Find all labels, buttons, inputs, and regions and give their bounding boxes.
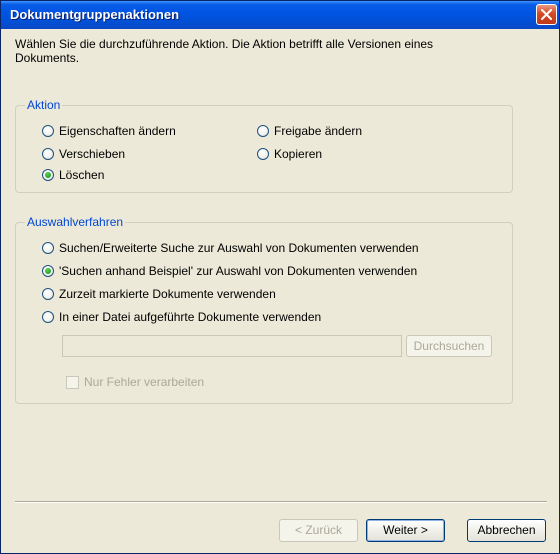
window-title: Dokumentgruppenaktionen — [10, 7, 180, 22]
checkbox-label: Nur Fehler verarbeiten — [84, 375, 205, 389]
action-group-label: Aktion — [25, 98, 63, 112]
radio-search-by-example[interactable]: 'Suchen anhand Beispiel' zur Auswahl von… — [42, 263, 417, 279]
radio-move[interactable]: Verschieben — [42, 146, 125, 162]
radio-search-advanced[interactable]: Suchen/Erweiterte Suche zur Auswahl von … — [42, 240, 419, 256]
radio-label: Löschen — [59, 168, 105, 182]
radio-marked-documents[interactable]: Zurzeit markierte Dokumente verwenden — [42, 286, 276, 302]
radio-label: Freigabe ändern — [274, 124, 363, 138]
radio-circle — [42, 125, 54, 137]
radio-circle — [42, 265, 54, 277]
errors-only-checkbox[interactable]: Nur Fehler verarbeiten — [66, 375, 204, 389]
close-button[interactable] — [536, 4, 557, 25]
dialog-window: Dokumentgruppenaktionen Wählen Sie die d… — [0, 0, 560, 554]
radio-circle — [257, 125, 269, 137]
radio-selected-dot — [45, 268, 51, 274]
radio-label: Verschieben — [59, 147, 126, 161]
next-button[interactable]: Weiter > — [366, 519, 445, 542]
radio-circle — [42, 148, 54, 160]
cancel-button[interactable]: Abbrechen — [467, 519, 546, 542]
button-separator — [15, 501, 547, 503]
action-group: Aktion Eigenschaften ändern Freigabe änd… — [15, 98, 513, 193]
browse-button[interactable]: Durchsuchen — [406, 335, 492, 357]
radio-circle — [257, 148, 269, 160]
title-bar[interactable]: Dokumentgruppenaktionen — [1, 1, 559, 29]
radio-delete[interactable]: Löschen — [42, 167, 104, 183]
radio-label: Eigenschaften ändern — [59, 124, 176, 138]
radio-label: Suchen/Erweiterte Suche zur Auswahl von … — [59, 241, 419, 255]
radio-circle — [42, 288, 54, 300]
radio-label: Zurzeit markierte Dokumente verwenden — [59, 287, 276, 301]
radio-change-release[interactable]: Freigabe ändern — [257, 123, 362, 139]
description-text: Wählen Sie die durchzuführende Aktion. D… — [15, 37, 434, 65]
file-path-input[interactable] — [62, 335, 402, 357]
close-icon — [541, 9, 552, 20]
radio-circle — [42, 242, 54, 254]
radio-label: In einer Datei aufgeführte Dokumente ver… — [59, 310, 322, 324]
selection-method-group-label: Auswahlverfahren — [25, 215, 126, 229]
radio-label: Kopieren — [274, 147, 323, 161]
radio-selected-dot — [45, 172, 51, 178]
back-button[interactable]: < Zurück — [279, 519, 358, 542]
radio-change-properties[interactable]: Eigenschaften ändern — [42, 123, 176, 139]
radio-label: 'Suchen anhand Beispiel' zur Auswahl von… — [59, 264, 418, 278]
radio-documents-from-file[interactable]: In einer Datei aufgeführte Dokumente ver… — [42, 309, 321, 325]
radio-copy[interactable]: Kopieren — [257, 146, 322, 162]
checkbox-box — [66, 375, 79, 389]
radio-circle — [42, 311, 54, 323]
radio-circle — [42, 169, 54, 181]
